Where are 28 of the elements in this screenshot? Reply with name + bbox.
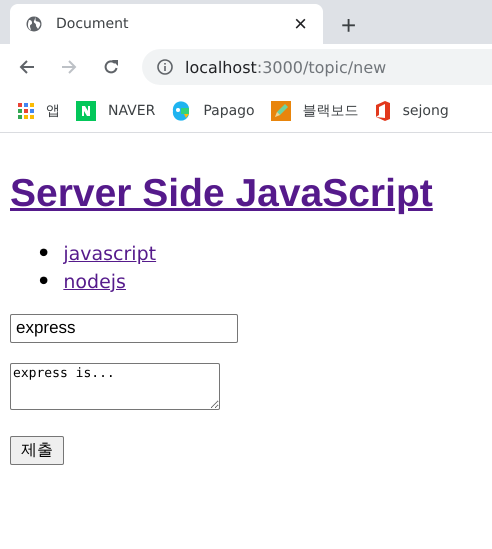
globe-icon: [26, 16, 42, 32]
bookmark[interactable]: NAVER: [76, 101, 156, 121]
url-text: localhost:3000/topic/new: [185, 58, 386, 76]
bookmark[interactable]: 블랙보드: [270, 101, 359, 121]
submit-button[interactable]: 제출: [10, 436, 64, 465]
reload-icon[interactable]: [103, 59, 119, 75]
bookmark[interactable]: 앱: [18, 102, 60, 120]
bullet: •: [36, 268, 52, 295]
office-icon: [374, 101, 391, 121]
info-icon: [157, 59, 173, 75]
close-tab-button[interactable]: ×: [294, 13, 307, 35]
topic-link[interactable]: javascript: [63, 240, 156, 268]
title-input[interactable]: express: [10, 314, 238, 343]
bookmark[interactable]: sejong: [374, 101, 449, 121]
description-textarea[interactable]: express is...: [10, 362, 220, 410]
apps-grid-icon: [18, 103, 34, 119]
pencil-icon: [270, 101, 291, 121]
bookmark[interactable]: Papago: [171, 101, 255, 121]
bullet: •: [36, 240, 52, 267]
heading-link[interactable]: Server Side JavaScript: [10, 171, 433, 218]
letter-n-icon: [76, 101, 96, 121]
back-icon[interactable]: [19, 59, 35, 75]
browser-tab[interactable]: Document ×: [10, 4, 323, 44]
tab-title: Document: [56, 16, 130, 32]
address-bar[interactable]: localhost:3000/topic/new: [142, 49, 492, 85]
new-tab-button[interactable]: +: [341, 12, 356, 38]
parrot-icon: [171, 101, 192, 121]
topic-link[interactable]: nodejs: [63, 268, 126, 296]
